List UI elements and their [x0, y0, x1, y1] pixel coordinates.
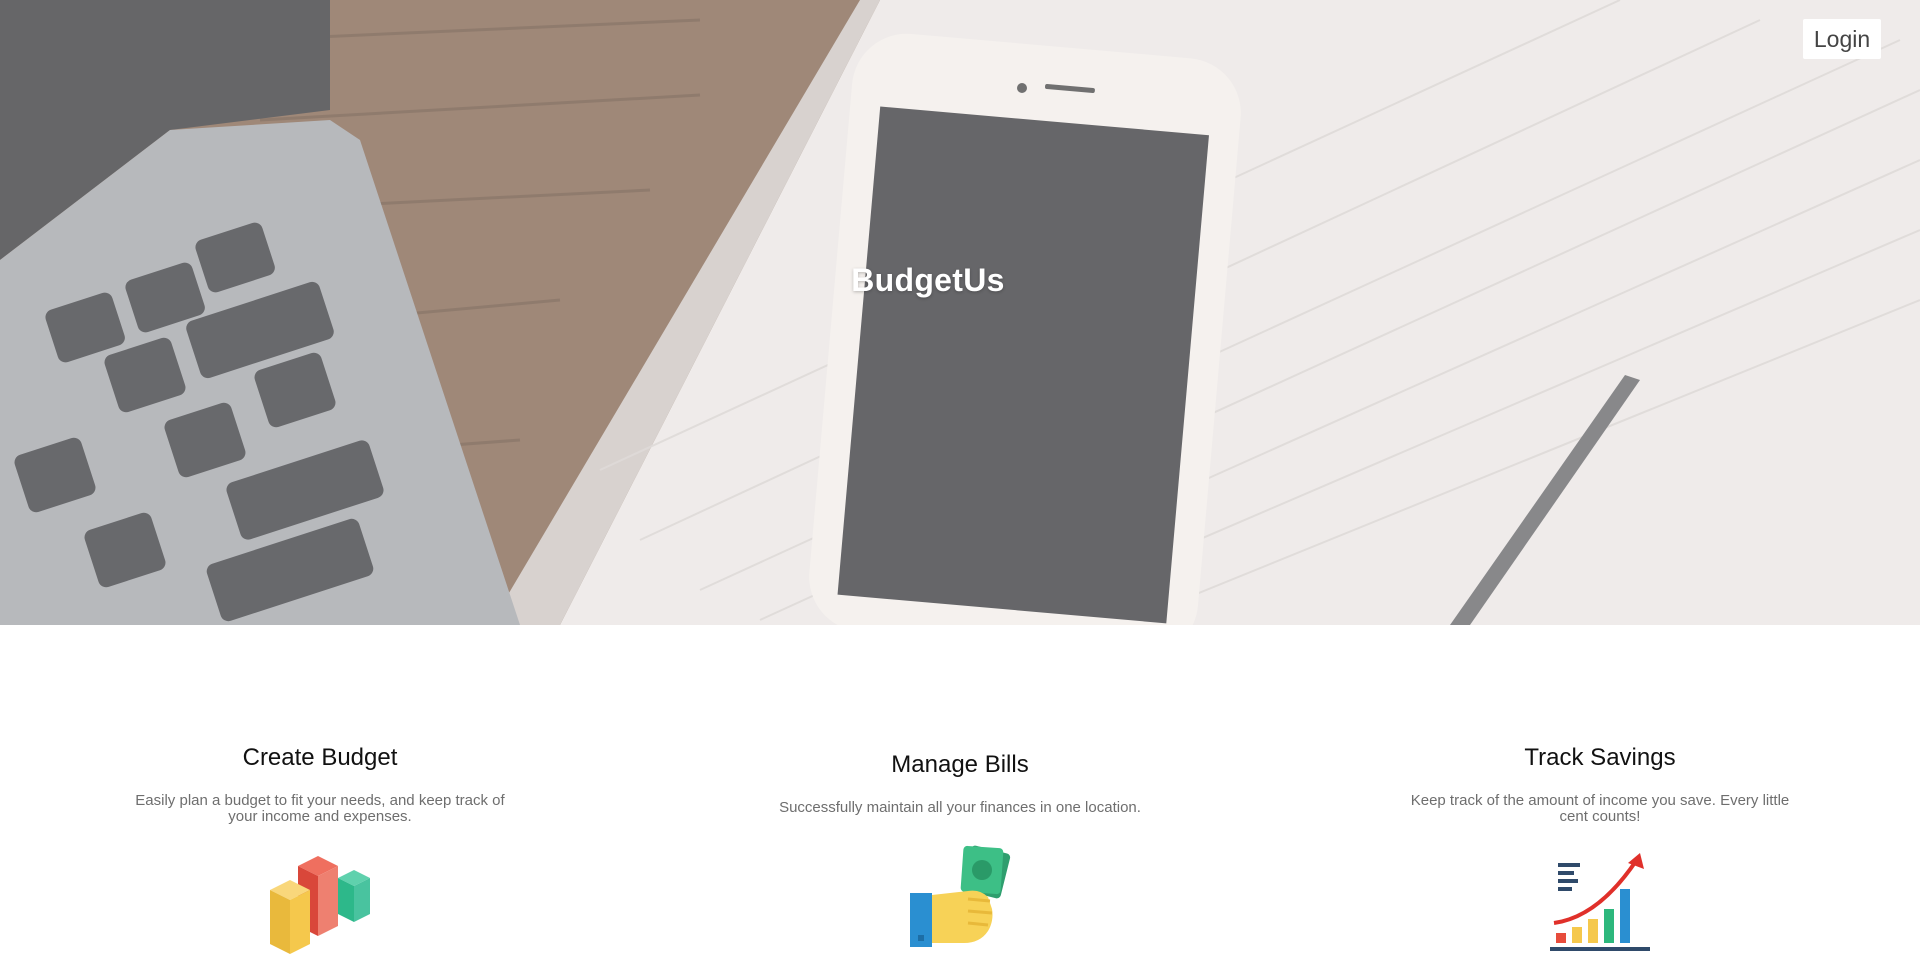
- feature-create-budget: Create Budget Easily plan a budget to fi…: [120, 744, 520, 825]
- hand-money-icon: [910, 845, 1011, 947]
- feature-title: Manage Bills: [891, 751, 1029, 778]
- feature-title: Create Budget: [242, 744, 398, 771]
- hero-overlay: [0, 0, 1920, 625]
- feature-manage-bills: Manage Bills Successfully maintain all y…: [760, 751, 1160, 816]
- feature-title: Track Savings: [1524, 744, 1676, 771]
- feature-description: Successfully maintain all your finances …: [779, 799, 1141, 816]
- hero-banner: BudgetUs Login: [0, 0, 1920, 625]
- feature-track-savings: Track Savings Keep track of the amount o…: [1400, 744, 1800, 825]
- growth-chart-icon: [1550, 853, 1650, 951]
- login-button[interactable]: Login: [1803, 19, 1881, 59]
- brand-title: BudgetUs: [851, 262, 1005, 298]
- feature-description: Easily plan a budget to fit your needs, …: [135, 792, 505, 825]
- bar-blocks-icon: [270, 856, 370, 954]
- feature-description: Keep track of the amount of income you s…: [1410, 792, 1790, 825]
